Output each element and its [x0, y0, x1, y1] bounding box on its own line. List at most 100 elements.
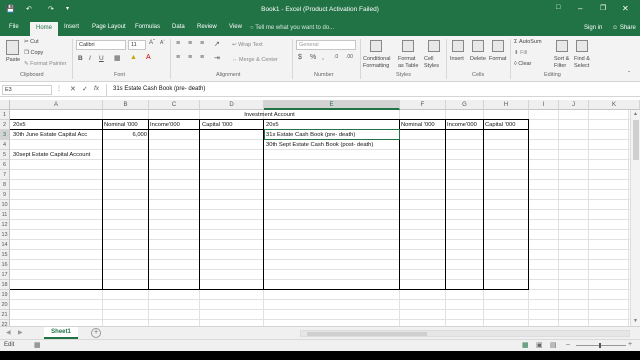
borders-icon[interactable]: ▦ [114, 54, 121, 62]
minimize-icon[interactable]: – [578, 4, 582, 13]
tab-formulas[interactable]: Formulas [135, 24, 160, 30]
row-header[interactable]: 16 [0, 260, 10, 270]
paste-button[interactable]: Paste [6, 57, 20, 63]
select-all-corner[interactable] [0, 100, 10, 110]
column-header-j[interactable]: J [559, 100, 589, 110]
cell-styles-button[interactable]: Cell Styles [424, 56, 444, 70]
format-as-table-button[interactable]: Format as Table [398, 56, 422, 70]
tell-me-box[interactable]: ○ Tell me what you want to do... [250, 25, 334, 31]
tab-review[interactable]: Review [197, 24, 217, 30]
row-header[interactable]: 7 [0, 170, 10, 180]
row-header[interactable]: 4 [0, 140, 10, 150]
tab-file[interactable]: File [9, 24, 19, 30]
percent-icon[interactable]: % [310, 54, 316, 61]
increase-decimal-icon[interactable]: .0 [334, 54, 338, 60]
tab-page-layout[interactable]: Page Layout [92, 24, 126, 30]
ribbon-options-icon[interactable]: □ [556, 4, 560, 11]
row-header[interactable]: 1 [0, 110, 10, 120]
add-sheet-button[interactable]: + [91, 328, 101, 338]
zoom-in-icon[interactable]: + [628, 341, 632, 348]
row-header[interactable]: 8 [0, 180, 10, 190]
bold-button[interactable]: B [78, 55, 83, 62]
align-middle-icon[interactable]: ≡ [188, 40, 192, 47]
row-header[interactable]: 13 [0, 230, 10, 240]
italic-button[interactable]: I [89, 55, 91, 62]
column-header-g[interactable]: G [446, 100, 484, 110]
cell-g2[interactable]: Income'000 [447, 120, 477, 130]
column-header-d[interactable]: D [200, 100, 264, 110]
cut-button[interactable]: ✂ Cut [24, 39, 39, 45]
underline-button[interactable]: U [99, 55, 104, 62]
cancel-entry-icon[interactable]: ✕ [70, 85, 76, 93]
column-header-i[interactable]: I [529, 100, 559, 110]
row-header[interactable]: 20 [0, 300, 10, 310]
delete-cells-button[interactable]: Delete [470, 56, 486, 62]
row-header[interactable]: 15 [0, 250, 10, 260]
scroll-down-icon[interactable]: ▼ [633, 318, 638, 324]
find-select-icon[interactable] [576, 40, 588, 52]
grow-font-icon[interactable]: Aˆ [149, 40, 155, 46]
collapse-ribbon-icon[interactable]: ˆ [628, 72, 630, 78]
insert-cells-icon[interactable] [452, 40, 464, 52]
align-left-icon[interactable]: ≡ [176, 54, 180, 61]
orientation-icon[interactable]: ↗ [214, 40, 220, 48]
clear-button[interactable]: ◊ Clear [514, 61, 531, 67]
decrease-decimal-icon[interactable]: .00 [346, 54, 353, 60]
cell-a2[interactable]: 20x5 [13, 120, 26, 130]
close-icon[interactable]: ✕ [622, 4, 629, 13]
column-header-a[interactable]: A [10, 100, 103, 110]
row-header[interactable]: 14 [0, 240, 10, 250]
zoom-out-icon[interactable]: – [566, 341, 570, 348]
wrap-text-button[interactable]: ↩ Wrap Text [232, 42, 263, 48]
column-header-f[interactable]: F [400, 100, 446, 110]
row-header[interactable]: 10 [0, 200, 10, 210]
column-header-b[interactable]: B [103, 100, 149, 110]
align-right-icon[interactable]: ≡ [200, 54, 204, 61]
comma-icon[interactable]: , [322, 54, 324, 61]
sheet-tab-sheet1[interactable]: Sheet1 [44, 327, 78, 339]
delete-cells-icon[interactable] [472, 40, 484, 52]
tab-home[interactable]: Home [30, 22, 59, 36]
sort-filter-button[interactable]: Sort & Filter [554, 56, 572, 70]
cell-f2[interactable]: Nominal '000 [401, 120, 435, 130]
cell-d2[interactable]: Capital '000 [202, 120, 232, 130]
column-header-e[interactable]: E [264, 100, 400, 110]
row-header[interactable]: 9 [0, 190, 10, 200]
formula-input[interactable]: 31s Estate Cash Book (pre- death) [106, 84, 632, 96]
cell-h2[interactable]: Capital '000 [485, 120, 515, 130]
cell-c2[interactable]: Income'000 [150, 120, 180, 130]
zoom-slider-thumb[interactable] [599, 343, 601, 348]
column-header-k[interactable]: K [589, 100, 640, 110]
cell-b3[interactable]: 6,000 [103, 130, 148, 140]
conditional-formatting-icon[interactable] [370, 40, 382, 52]
row-header[interactable]: 2 [0, 120, 10, 130]
cell-b2[interactable]: Nominal '000 [104, 120, 138, 130]
fill-button[interactable]: ⬇ Fill [514, 50, 527, 56]
scroll-thumb[interactable] [633, 120, 639, 160]
format-as-table-icon[interactable] [402, 40, 414, 52]
next-sheet-icon[interactable]: ▶ [18, 329, 23, 336]
shrink-font-icon[interactable]: Aˇ [160, 40, 165, 46]
vertical-scrollbar[interactable]: ▲ ▼ [630, 110, 640, 326]
insert-cells-button[interactable]: Insert [450, 56, 464, 62]
format-cells-button[interactable]: Format [489, 56, 506, 62]
cell-a3[interactable]: 30th June Estate Capital Acc [13, 130, 87, 140]
scroll-up-icon[interactable]: ▲ [633, 111, 638, 117]
font-size-select[interactable]: 11 [128, 40, 146, 50]
row-header[interactable]: 18 [0, 280, 10, 290]
column-header-h[interactable]: H [484, 100, 529, 110]
cell-a5[interactable]: 30sept Estate Capital Account [13, 150, 90, 160]
font-color-icon[interactable]: A [146, 54, 151, 61]
share-button[interactable]: ☺ Share [612, 25, 636, 31]
currency-icon[interactable]: $ [298, 54, 302, 61]
prev-sheet-icon[interactable]: ◀ [6, 329, 11, 336]
format-painter-button[interactable]: ✎ Format Painter [24, 61, 67, 67]
column-header-c[interactable]: C [149, 100, 200, 110]
cell-e4[interactable]: 30th Sept Estate Cash Book (post- death) [266, 140, 373, 150]
page-layout-view-icon[interactable]: ▣ [536, 341, 543, 349]
name-box[interactable]: E3 [2, 85, 52, 95]
namebox-dropdown-icon[interactable]: ⋮ [56, 85, 62, 92]
copy-button[interactable]: ❐ Copy [24, 50, 43, 56]
sign-in-link[interactable]: Sign in [584, 25, 602, 31]
tab-view[interactable]: View [229, 24, 242, 30]
